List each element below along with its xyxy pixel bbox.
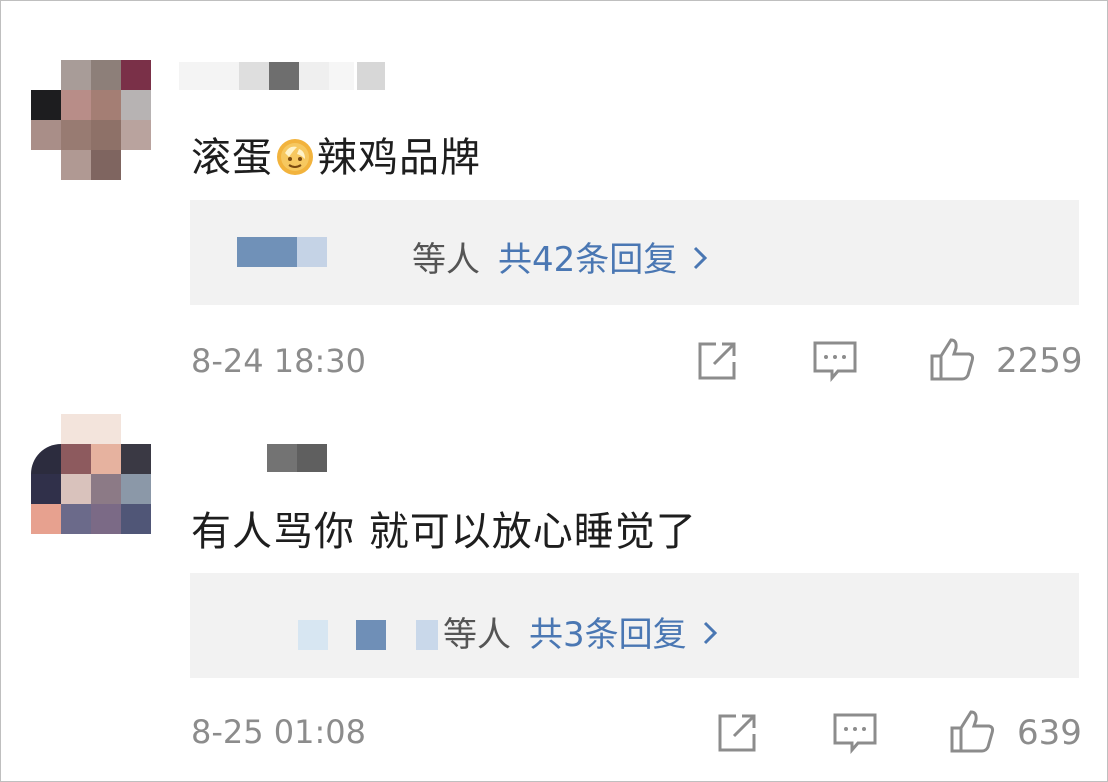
avatar[interactable] xyxy=(31,60,151,180)
comment-list: 滚蛋 辣鸡品牌 等人 共42条回复 8-24 18:30 2259 有人骂你 就… xyxy=(0,0,1108,782)
reply-link[interactable]: 等人 共3条回复 xyxy=(443,607,719,656)
chevron-right-icon xyxy=(701,616,719,654)
like-button[interactable] xyxy=(949,708,995,754)
like-button[interactable] xyxy=(929,336,975,382)
reply-summary[interactable]: 等人 共3条回复 xyxy=(190,573,1079,678)
comment-text-part: 辣鸡品牌 xyxy=(317,135,481,181)
comment-icon xyxy=(813,341,857,383)
like-count: 639 xyxy=(1017,713,1082,753)
comment-icon xyxy=(833,713,877,755)
share-icon xyxy=(698,342,736,380)
thumbs-up-icon xyxy=(950,710,995,753)
timestamp: 8-24 18:30 xyxy=(191,342,367,380)
avatar[interactable] xyxy=(31,414,151,534)
reply-by-label: 等人 xyxy=(412,240,480,280)
doge-emoji-icon xyxy=(275,137,315,177)
reply-avatars-blurred xyxy=(237,237,327,267)
comment-button[interactable] xyxy=(812,338,858,384)
share-button[interactable] xyxy=(714,710,760,756)
share-button[interactable] xyxy=(694,338,740,384)
reply-count-link[interactable]: 共3条回复 xyxy=(529,615,687,655)
like-count: 2259 xyxy=(996,341,1083,381)
comment-button[interactable] xyxy=(832,710,878,756)
reply-count-link[interactable]: 共42条回复 xyxy=(498,240,677,280)
chevron-right-icon xyxy=(691,241,709,279)
username-blurred[interactable] xyxy=(267,444,327,472)
reply-summary[interactable]: 等人 共42条回复 xyxy=(190,200,1079,305)
thumbs-up-icon xyxy=(930,338,975,381)
reply-link[interactable]: 等人 共42条回复 xyxy=(412,232,709,281)
reply-avatars-blurred xyxy=(298,620,438,650)
comment-text: 有人骂你 就可以放心睡觉了 xyxy=(191,509,697,555)
username-blurred[interactable] xyxy=(179,62,389,90)
comment-text: 滚蛋 辣鸡品牌 xyxy=(191,125,481,183)
share-icon xyxy=(718,714,756,752)
comment-text-part: 滚蛋 xyxy=(191,135,273,181)
reply-by-label: 等人 xyxy=(443,615,511,655)
timestamp: 8-25 01:08 xyxy=(191,713,367,751)
